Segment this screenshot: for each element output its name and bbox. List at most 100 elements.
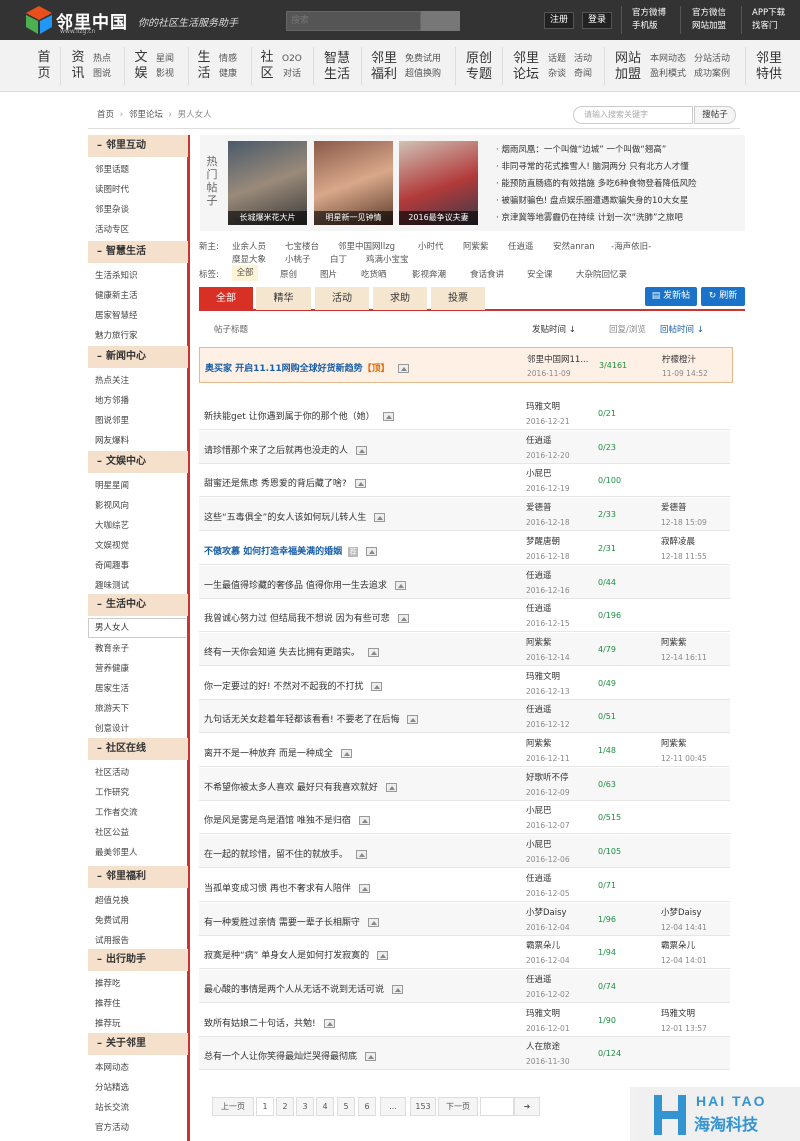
header-links-weibo[interactable]: 官方微博 手机版 — [632, 7, 684, 33]
new-user[interactable]: 业余人员 — [232, 240, 266, 252]
nav-sub-item[interactable]: 话题 — [548, 52, 566, 67]
hot-thumb[interactable]: 长城爆米花大片 — [228, 141, 307, 225]
post-title[interactable]: 在一起的就珍惜，留不住的就放手。 — [204, 847, 368, 860]
last-replier[interactable]: 爱德普 — [661, 501, 687, 513]
author[interactable]: 任逍遥 — [526, 703, 552, 715]
nav-community-sub[interactable]: O2O 对话 — [282, 52, 302, 82]
logo-icon[interactable] — [26, 6, 52, 34]
table-row[interactable]: 最心酸的事情是两个人从无话不说到无话可说 任逍遥 2016-12-02 0/74 — [199, 969, 730, 1003]
thumb-caption[interactable]: 2016最争议夫妻 — [399, 211, 478, 225]
nav-sub-item[interactable]: 分站活动 — [694, 52, 730, 67]
nav-ent-sub[interactable]: 星闻 影视 — [156, 52, 174, 82]
hot-thumb[interactable]: 2016最争议夫妻 — [399, 141, 478, 225]
sidebar-item[interactable]: 推荐玩 — [95, 1017, 121, 1029]
sidebar-item[interactable]: 生活杀知识 — [95, 269, 138, 281]
author[interactable]: 阿紫紫 — [526, 737, 552, 749]
tag-filter[interactable]: 大杂院回忆录 — [576, 268, 627, 280]
post-title[interactable]: 不希望你被太多人喜欢 最好只有我喜欢就好 — [204, 780, 397, 793]
nav-sub-item[interactable]: 情感 — [219, 52, 237, 67]
sticky-post[interactable]: 奥买家 开启11.11网购全球好货新趋势【顶】 邻里中国网11... 2016-… — [199, 347, 733, 383]
page-jump-button[interactable]: ➜ — [514, 1097, 540, 1116]
breadcrumb-home[interactable]: 首页 — [97, 110, 114, 120]
last-replier[interactable]: 阿紫紫 — [661, 636, 687, 648]
tag-filter[interactable]: 图片 — [320, 268, 337, 280]
sidebar-section-header[interactable]: – 邻里福利 — [88, 866, 188, 888]
sidebar-section-title[interactable]: 邻里互动 — [106, 140, 146, 151]
post-title[interactable]: 你是风是雾是鸟是酒馆 唯独不是归宿 — [204, 813, 370, 826]
nav-franchise-sub2[interactable]: 分站活动 成功案例 — [694, 52, 730, 82]
nav-franchise[interactable]: 网站加盟 — [613, 51, 643, 83]
nav-news-sub[interactable]: 热点 图说 — [93, 52, 111, 82]
sidebar-section-title[interactable]: 关于邻里 — [106, 1038, 146, 1049]
sidebar-item-active[interactable]: 男人女人 — [88, 618, 186, 638]
new-user[interactable]: 邻里中国网llzg — [338, 240, 395, 252]
table-row[interactable]: 在一起的就珍惜，留不住的就放手。 小屁巴 2016-12-06 0/105 — [199, 835, 730, 869]
tag-filter[interactable]: 原创 — [280, 268, 297, 280]
post-title[interactable]: 甜蜜还是焦虑 秀恩爱的背后藏了啥? — [204, 476, 366, 489]
author[interactable]: 小梦Daisy — [526, 906, 567, 918]
post-title[interactable]: 总有一个人让你笑得最灿烂哭得最彻底 — [204, 1049, 377, 1062]
col-reply-time[interactable]: 回帖时间 ↓ — [660, 323, 704, 335]
table-row[interactable]: 新扶能get 让你遇到属于你的那个他（她） 玛雅文明 2016-12-21 0/21 — [199, 397, 730, 430]
page-jump-input[interactable] — [480, 1097, 514, 1116]
nav-sub-item[interactable]: 对话 — [282, 67, 302, 82]
post-title[interactable]: 致所有姑娘二十句话，共勉! — [204, 1016, 335, 1029]
table-row[interactable]: 总有一个人让你笑得最灿烂哭得最彻底 人在旅途 2016-11-30 0/124 — [199, 1037, 730, 1071]
tab-featured[interactable]: 精华 — [256, 287, 311, 310]
post-title[interactable]: 寂寞是种“病” 单身女人是如何打发寂寞的 — [204, 948, 389, 961]
post-title[interactable]: 终有一天你会知道 失去比拥有更踏实。 — [204, 645, 379, 658]
author[interactable]: 邻里中国网11... — [527, 353, 588, 365]
author[interactable]: 任逍遥 — [526, 872, 552, 884]
sidebar-item[interactable]: 本网动态 — [95, 1061, 129, 1073]
new-user[interactable]: 小时代 — [418, 240, 444, 252]
sidebar-item[interactable]: 最美邻里人 — [95, 846, 138, 858]
table-row[interactable]: 有一种爱胜过亲情 需要一辈子长相厮守 小梦Daisy 2016-12-04 1/96 小… — [199, 902, 730, 936]
weibo-link[interactable]: 官方微博 — [632, 7, 684, 20]
sidebar-item[interactable]: 魅力旅行家 — [95, 329, 138, 341]
author[interactable]: 玛雅文明 — [526, 400, 560, 412]
nav-sub-item[interactable]: 本网动态 — [650, 52, 686, 67]
nav-franchise-sub[interactable]: 本网动态 盈利模式 — [650, 52, 686, 82]
last-replier[interactable]: 阿紫紫 — [661, 737, 687, 749]
nav-sub-item[interactable]: 图说 — [93, 67, 111, 82]
sidebar-item[interactable]: 地方邻播 — [95, 394, 129, 406]
nav-sub-item[interactable]: 热点 — [93, 52, 111, 67]
post-title[interactable]: 新扶能get 让你遇到属于你的那个他（她） — [204, 409, 394, 422]
hot-news-item[interactable]: · 非同寻常的花式推雪人! 脑洞两分 只有北方人才懂 — [496, 160, 689, 172]
post-title[interactable]: 一生最值得珍藏的奢侈品 值得你用一生去追求 — [204, 578, 406, 591]
new-user[interactable]: 七宝楼台 — [285, 240, 319, 252]
sidebar-item[interactable]: 营养健康 — [95, 662, 129, 674]
table-row[interactable]: 九句话无关女趁着年轻都该看看! 不要老了在后悔 任逍遥 2016-12-12 0/51 — [199, 700, 730, 734]
thumb-caption[interactable]: 长城爆米花大片 — [228, 211, 307, 225]
table-row[interactable]: 一生最值得珍藏的奢侈品 值得你用一生去追求 任逍遥 2016-12-16 0/44 — [199, 565, 730, 599]
nav-life[interactable]: 生活 — [196, 50, 212, 82]
sidebar-section-title[interactable]: 邻里福利 — [106, 871, 146, 882]
sidebar-item[interactable]: 工作者交流 — [95, 806, 138, 818]
sidebar-section-title[interactable]: 智慧生活 — [106, 246, 146, 257]
author[interactable]: 玛雅文明 — [526, 670, 560, 682]
last-replier[interactable]: 小梦Daisy — [661, 906, 702, 918]
sidebar-item[interactable]: 居家生活 — [95, 682, 129, 694]
sticky-title[interactable]: 奥买家 开启11.11网购全球好货新趋势【顶】 — [205, 361, 409, 374]
new-user[interactable]: 安然anran — [553, 240, 595, 252]
sidebar-section-header[interactable]: – 文娱中心 — [88, 451, 188, 473]
sidebar-item[interactable]: 推荐住 — [95, 997, 121, 1009]
sidebar-section-header[interactable]: – 社区在线 — [88, 738, 188, 760]
nav-sub-item[interactable]: 健康 — [219, 67, 237, 82]
new-user[interactable]: 糜显大象 — [232, 253, 266, 265]
nav-community[interactable]: 社区 — [259, 50, 275, 82]
sidebar-item[interactable]: 活动专区 — [95, 223, 129, 235]
last-replier[interactable]: 霸票朵儿 — [661, 939, 695, 951]
author[interactable]: 玛雅文明 — [526, 1007, 560, 1019]
post-title[interactable]: 不傲攻慕 如何打造幸福美满的婚姻荐 — [204, 544, 378, 557]
sidebar-item[interactable]: 创意设计 — [95, 722, 129, 734]
post-title[interactable]: 请珍惜那个来了之后就再也没走的人 — [204, 443, 368, 456]
post-title[interactable]: 九句话无关女趁着年轻都该看看! 不要老了在后悔 — [204, 712, 419, 725]
table-row[interactable]: 终有一天你会知道 失去比拥有更踏实。 阿紫紫 2016-12-14 4/79 阿紫紫 12… — [199, 632, 730, 666]
sidebar-item[interactable]: 图说邻里 — [95, 414, 129, 426]
sidebar-section-title[interactable]: 文娱中心 — [106, 456, 146, 467]
nav-forum[interactable]: 邻里论坛 — [511, 51, 541, 83]
sidebar-section-title[interactable]: 新闻中心 — [106, 351, 146, 362]
tag-filter[interactable]: 安全课 — [527, 268, 553, 280]
table-row[interactable]: 离开不是一种放弃 而是一种成全 阿紫紫 2016-12-11 1/48 阿紫紫 12-11… — [199, 734, 730, 767]
